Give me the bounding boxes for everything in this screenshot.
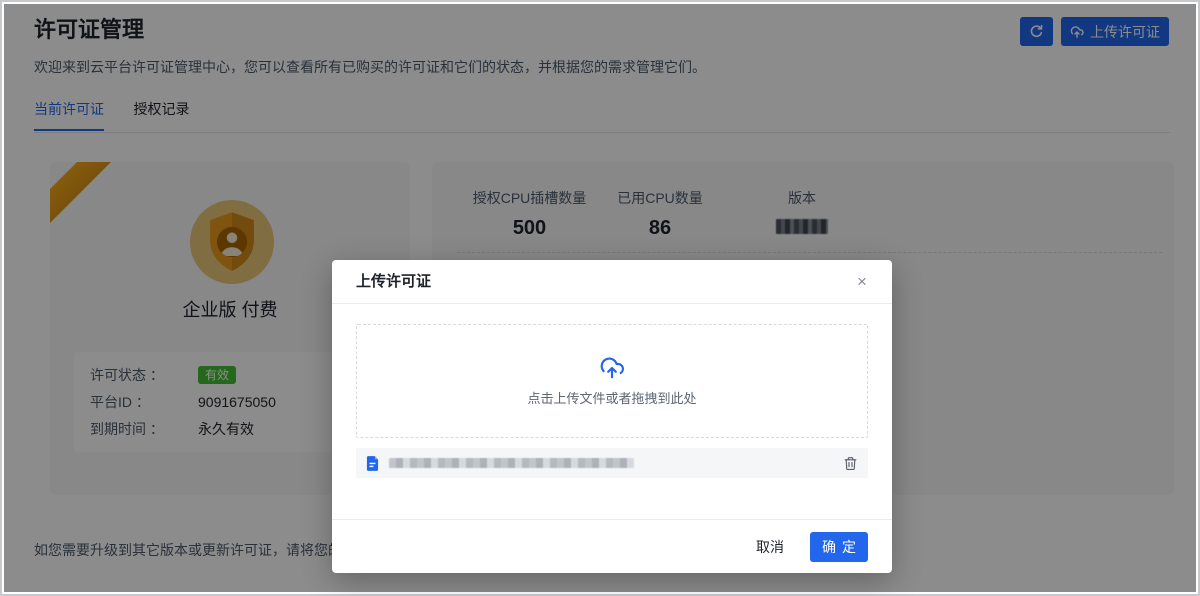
dropzone-hint: 点击上传文件或者拖拽到此处 — [527, 388, 696, 407]
close-icon[interactable]: × — [850, 270, 874, 294]
app-window: 许可证管理 欢迎来到云平台许可证管理中心，您可以查看所有已购买的许可证和它们的状… — [0, 0, 1200, 596]
file-name-redacted — [389, 458, 634, 468]
modal-body: 点击上传文件或者拖拽到此处 — [332, 304, 892, 478]
cancel-button[interactable]: 取消 — [748, 531, 792, 563]
modal-footer: 取消 确定 — [332, 519, 892, 573]
cloud-upload-icon — [599, 355, 625, 381]
delete-file-button[interactable] — [843, 456, 858, 471]
upload-license-modal: 上传许可证 × 点击上传文件或者拖拽到此处 — [332, 260, 892, 573]
file-document-icon — [366, 456, 379, 471]
trash-icon — [843, 456, 858, 471]
confirm-button[interactable]: 确定 — [810, 532, 868, 562]
uploaded-file-row — [356, 448, 868, 478]
modal-title: 上传许可证 — [356, 273, 431, 290]
file-dropzone[interactable]: 点击上传文件或者拖拽到此处 — [356, 324, 868, 438]
modal-header: 上传许可证 — [332, 260, 892, 304]
